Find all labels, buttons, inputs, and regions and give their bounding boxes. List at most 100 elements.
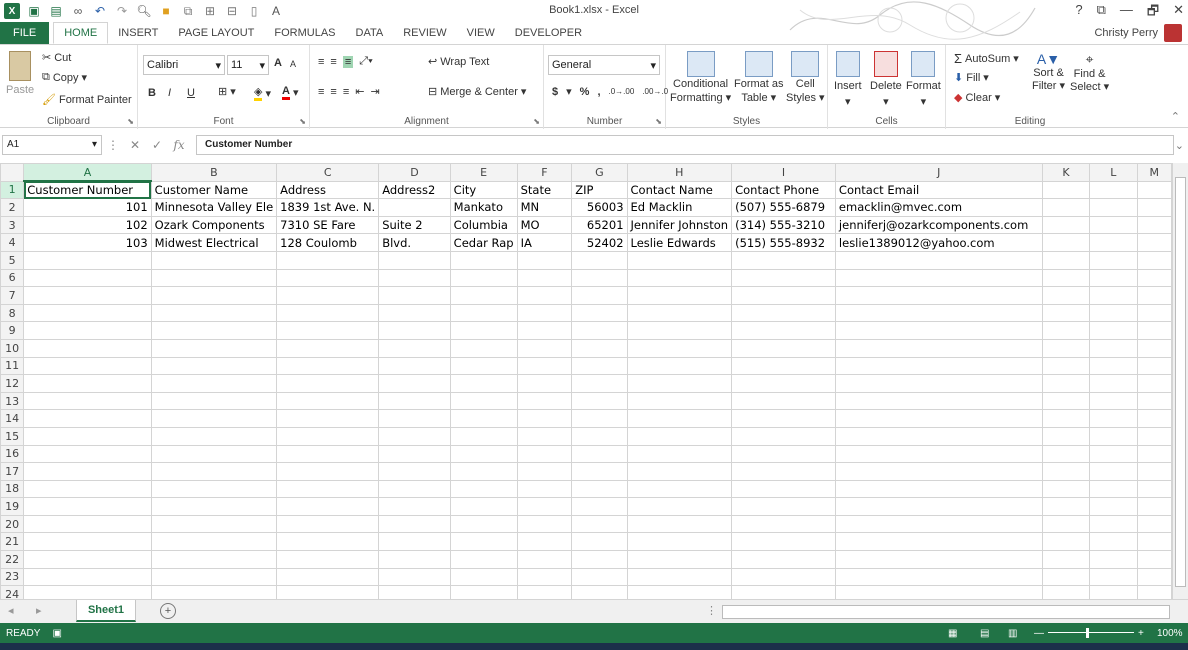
cell-g3[interactable]: 65201	[571, 215, 628, 235]
cell-m21[interactable]	[1136, 532, 1172, 552]
cell-b19[interactable]	[150, 497, 278, 516]
cell-d4[interactable]: Blvd.	[378, 233, 451, 252]
cell-g13[interactable]	[571, 391, 628, 411]
cell-m4[interactable]	[1136, 233, 1172, 252]
cell-h2[interactable]: Ed Macklin	[626, 198, 733, 217]
cell-i21[interactable]	[731, 532, 836, 552]
cell-m16[interactable]	[1136, 444, 1172, 464]
cell-b10[interactable]	[150, 338, 278, 358]
cell-c17[interactable]	[276, 462, 380, 481]
bold-button[interactable]: B	[148, 87, 156, 99]
align-bottom-icon[interactable]: ≡	[342, 55, 354, 68]
cell-d8[interactable]	[378, 303, 451, 323]
cell-i1[interactable]: Contact Phone	[731, 180, 836, 200]
cell-m20[interactable]	[1136, 514, 1172, 534]
tab-page-layout[interactable]: PAGE LAYOUT	[168, 22, 264, 44]
cell-f2[interactable]: MN	[516, 198, 573, 217]
cell-i9[interactable]	[731, 321, 836, 340]
cell-d17[interactable]	[378, 462, 451, 481]
row-header[interactable]: 12	[0, 374, 25, 393]
cell-k1[interactable]	[1041, 180, 1091, 200]
cell-e6[interactable]	[449, 268, 518, 288]
format-painter-button[interactable]: 🖌︎ Format Painter	[42, 93, 132, 107]
cell-d19[interactable]	[378, 497, 451, 516]
cell-m19[interactable]	[1136, 497, 1172, 516]
align-left-icon[interactable]: ≡	[318, 86, 324, 98]
column-header-l[interactable]: L	[1089, 163, 1138, 182]
tab-formulas[interactable]: FORMULAS	[264, 22, 345, 44]
cell-a24[interactable]	[23, 585, 152, 599]
fill-color-button[interactable]: ◈ ▾	[254, 85, 271, 101]
cell-b22[interactable]	[150, 550, 278, 569]
cell-f14[interactable]	[516, 409, 573, 428]
cell-h23[interactable]	[626, 567, 733, 587]
cell-c6[interactable]	[276, 268, 380, 288]
orientation-icon[interactable]: ⤢▾	[359, 55, 372, 68]
cell-f24[interactable]	[516, 585, 573, 599]
cell-b20[interactable]	[150, 514, 278, 534]
page-break-view-icon[interactable]: ▥	[1008, 628, 1017, 639]
cell-h13[interactable]	[626, 391, 733, 411]
cell-e24[interactable]	[449, 585, 518, 599]
cell-c7[interactable]	[276, 286, 380, 305]
cell-k4[interactable]	[1041, 233, 1091, 252]
cell-i17[interactable]	[731, 462, 836, 481]
cell-d3[interactable]: Suite 2	[378, 215, 451, 235]
cell-a17[interactable]	[23, 462, 152, 481]
cell-m18[interactable]	[1136, 479, 1172, 499]
cell-e1[interactable]: City	[449, 180, 518, 200]
cell-l14[interactable]	[1089, 409, 1138, 428]
name-box[interactable]: A1 ▾	[2, 135, 102, 155]
number-format-select[interactable]: General ▾	[548, 55, 660, 75]
cell-l23[interactable]	[1089, 567, 1138, 587]
cell-k2[interactable]	[1041, 198, 1091, 217]
cell-a16[interactable]	[23, 444, 152, 464]
zoom-in-icon[interactable]: +	[1138, 628, 1144, 639]
cell-e17[interactable]	[449, 462, 518, 481]
cell-l5[interactable]	[1089, 250, 1138, 270]
cell-h16[interactable]	[626, 444, 733, 464]
dialog-launcher-icon[interactable]: ⬊	[533, 117, 540, 126]
cell-e8[interactable]	[449, 303, 518, 323]
cell-g21[interactable]	[571, 532, 628, 552]
currency-button[interactable]: $	[552, 86, 558, 98]
cell-b1[interactable]: Customer Name	[150, 180, 278, 200]
cell-b14[interactable]	[150, 409, 278, 428]
cell-g5[interactable]	[571, 250, 628, 270]
row-header[interactable]: 13	[0, 391, 25, 411]
cell-c23[interactable]	[276, 567, 380, 587]
cell-k6[interactable]	[1041, 268, 1091, 288]
sort-icon[interactable]: ⊞	[202, 3, 218, 19]
cell-k17[interactable]	[1041, 462, 1091, 481]
cell-i12[interactable]	[731, 374, 836, 393]
cell-e9[interactable]	[449, 321, 518, 340]
sort-filter-button[interactable]: A▼ Sort & Filter ▾	[1032, 51, 1065, 92]
cell-h14[interactable]	[626, 409, 733, 428]
cell-b23[interactable]	[150, 567, 278, 587]
cell-h21[interactable]	[626, 532, 733, 552]
cell-b21[interactable]	[150, 532, 278, 552]
cell-c21[interactable]	[276, 532, 380, 552]
cell-e13[interactable]	[449, 391, 518, 411]
row-header[interactable]: 18	[0, 479, 25, 499]
cell-h5[interactable]	[626, 250, 733, 270]
row-header[interactable]: 21	[0, 532, 25, 552]
cell-f21[interactable]	[516, 532, 573, 552]
cell-f10[interactable]	[516, 338, 573, 358]
cell-c4[interactable]: 128 Coulomb	[276, 233, 380, 252]
column-header-c[interactable]: C	[276, 163, 380, 182]
cell-j7[interactable]	[834, 286, 1043, 305]
macro-record-icon[interactable]: ▣	[52, 628, 61, 639]
column-header-k[interactable]: K	[1041, 163, 1091, 182]
cell-k20[interactable]	[1041, 514, 1091, 534]
column-header-m[interactable]: M	[1136, 163, 1172, 182]
cell-c20[interactable]	[276, 514, 380, 534]
row-header[interactable]: 15	[0, 426, 25, 446]
fill-button[interactable]: ⬇ Fill ▾	[954, 71, 989, 85]
cell-g16[interactable]	[571, 444, 628, 464]
cell-c1[interactable]: Address	[276, 180, 380, 200]
cell-g17[interactable]	[571, 462, 628, 481]
row-header[interactable]: 14	[0, 409, 25, 428]
cell-f19[interactable]	[516, 497, 573, 516]
cell-j9[interactable]	[834, 321, 1043, 340]
